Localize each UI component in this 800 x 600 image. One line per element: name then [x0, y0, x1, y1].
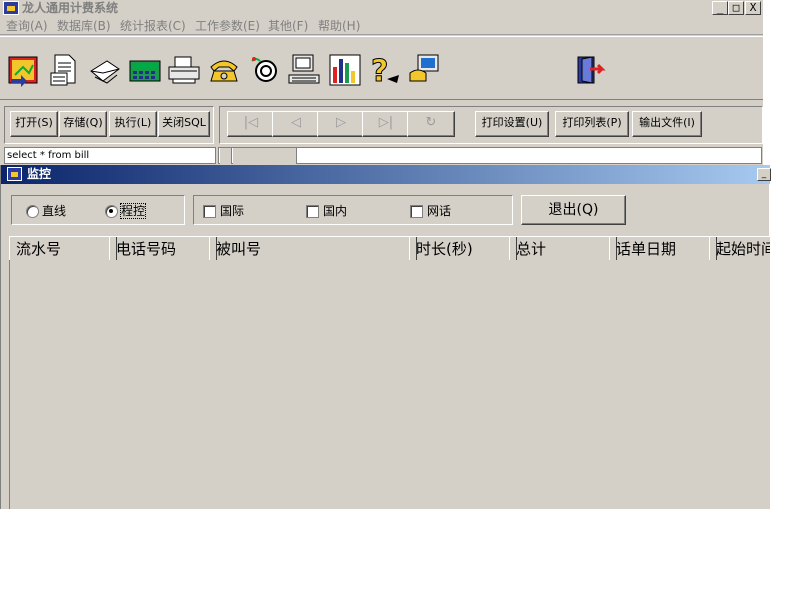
monitor-window-icon: [7, 167, 22, 181]
col-header-date[interactable]: 话单日期: [609, 236, 717, 260]
monitor-minimize-button[interactable]: _: [757, 168, 771, 181]
grid-column-header: [233, 148, 297, 164]
table-header: 流水号 电话号码 被叫号 时长(秒) 总计 话单日期 起始时间: [9, 236, 770, 260]
query-icon[interactable]: [7, 53, 41, 87]
bar-chart-icon[interactable]: [328, 53, 362, 87]
main-window: 龙人通用计费系统 _ □ X 查询(A) 数据库(B) 统计报表(C) 工作参数…: [0, 0, 763, 165]
monitor-window: 监控 _ 直线 程控 国际 国内 网话 退出(Q) 流水号 电话号码 被叫号 时…: [0, 165, 771, 509]
col-header-called[interactable]: 被叫号: [209, 236, 417, 260]
checkbox-international-label[interactable]: 国际: [220, 204, 244, 218]
minimize-button[interactable]: _: [712, 1, 728, 15]
computer-icon[interactable]: [287, 53, 321, 87]
radio-program[interactable]: [105, 205, 118, 218]
printer-icon[interactable]: [167, 53, 201, 87]
menu-bar: 查询(A) 数据库(B) 统计报表(C) 工作参数(E) 其他(F) 帮助(H): [0, 16, 763, 35]
checkbox-network[interactable]: [410, 205, 423, 218]
sql-query-input[interactable]: select * from bill: [4, 147, 216, 164]
network-computer-icon[interactable]: [408, 53, 442, 87]
sql-toolbar: 打开(S) 存储(Q) 执行(L) 关闭SQL |◁ ◁ ▷ ▷| ↻ 打印设置…: [0, 102, 763, 146]
maximize-button[interactable]: □: [728, 1, 744, 15]
close-button[interactable]: X: [745, 1, 761, 15]
exit-button[interactable]: 退出(Q): [521, 195, 626, 225]
prev-record-button[interactable]: ◁: [272, 111, 320, 137]
col-header-start-time[interactable]: 起始时间: [709, 236, 770, 260]
telephone-icon[interactable]: [207, 53, 241, 87]
checkbox-network-label[interactable]: 网话: [427, 204, 451, 218]
result-grid[interactable]: [218, 147, 762, 164]
mode-radio-group: 直线 程控: [11, 195, 185, 225]
monitor-title: 监控: [27, 167, 52, 181]
call-type-filter-group: 国际 国内 网话: [193, 195, 513, 225]
checkbox-domestic[interactable]: [306, 205, 319, 218]
document-icon[interactable]: [47, 53, 81, 87]
last-record-button[interactable]: ▷|: [362, 111, 410, 137]
table-body[interactable]: [9, 260, 770, 509]
execute-button[interactable]: 执行(L): [109, 111, 157, 137]
title-bar[interactable]: 龙人通用计费系统 _ □ X: [0, 0, 763, 16]
print-setup-button[interactable]: 打印设置(U): [475, 111, 549, 137]
help-icon[interactable]: ?: [367, 53, 401, 87]
checkbox-international[interactable]: [203, 205, 216, 218]
monitor-title-bar[interactable]: 监控 _: [1, 165, 771, 184]
menu-other[interactable]: 其他(F): [268, 18, 308, 34]
speaker-icon[interactable]: [248, 53, 282, 87]
col-header-duration[interactable]: 时长(秒): [409, 236, 517, 260]
envelope-icon[interactable]: [87, 53, 121, 87]
app-title: 龙人通用计费系统: [22, 1, 119, 15]
menu-database[interactable]: 数据库(B): [57, 18, 111, 34]
app-icon: [3, 1, 19, 15]
radio-direct[interactable]: [26, 205, 39, 218]
icon-toolbar: ?: [0, 36, 763, 100]
menu-work-params[interactable]: 工作参数(E): [195, 18, 260, 34]
checkbox-domestic-label[interactable]: 国内: [323, 204, 347, 218]
menu-help[interactable]: 帮助(H): [318, 18, 360, 34]
svg-text:?: ?: [371, 54, 388, 87]
refresh-button[interactable]: ↻: [407, 111, 455, 137]
exit-door-icon[interactable]: [572, 53, 606, 87]
radio-program-label[interactable]: 程控: [119, 203, 147, 219]
export-file-button[interactable]: 输出文件(I): [632, 111, 702, 137]
open-button[interactable]: 打开(S): [10, 111, 58, 137]
grid-indicator-column: [220, 148, 232, 164]
close-sql-button[interactable]: 关闭SQL: [158, 111, 210, 137]
print-list-button[interactable]: 打印列表(P): [555, 111, 629, 137]
col-header-total[interactable]: 总计: [509, 236, 617, 260]
col-header-serial[interactable]: 流水号: [9, 236, 117, 260]
menu-reports[interactable]: 统计报表(C): [120, 18, 186, 34]
next-record-button[interactable]: ▷: [317, 111, 365, 137]
col-header-phone[interactable]: 电话号码: [109, 236, 217, 260]
calculator-icon[interactable]: [128, 53, 162, 87]
first-record-button[interactable]: |◁: [227, 111, 275, 137]
menu-query[interactable]: 查询(A): [6, 18, 48, 34]
radio-direct-label[interactable]: 直线: [42, 204, 66, 218]
save-button[interactable]: 存储(Q): [59, 111, 107, 137]
